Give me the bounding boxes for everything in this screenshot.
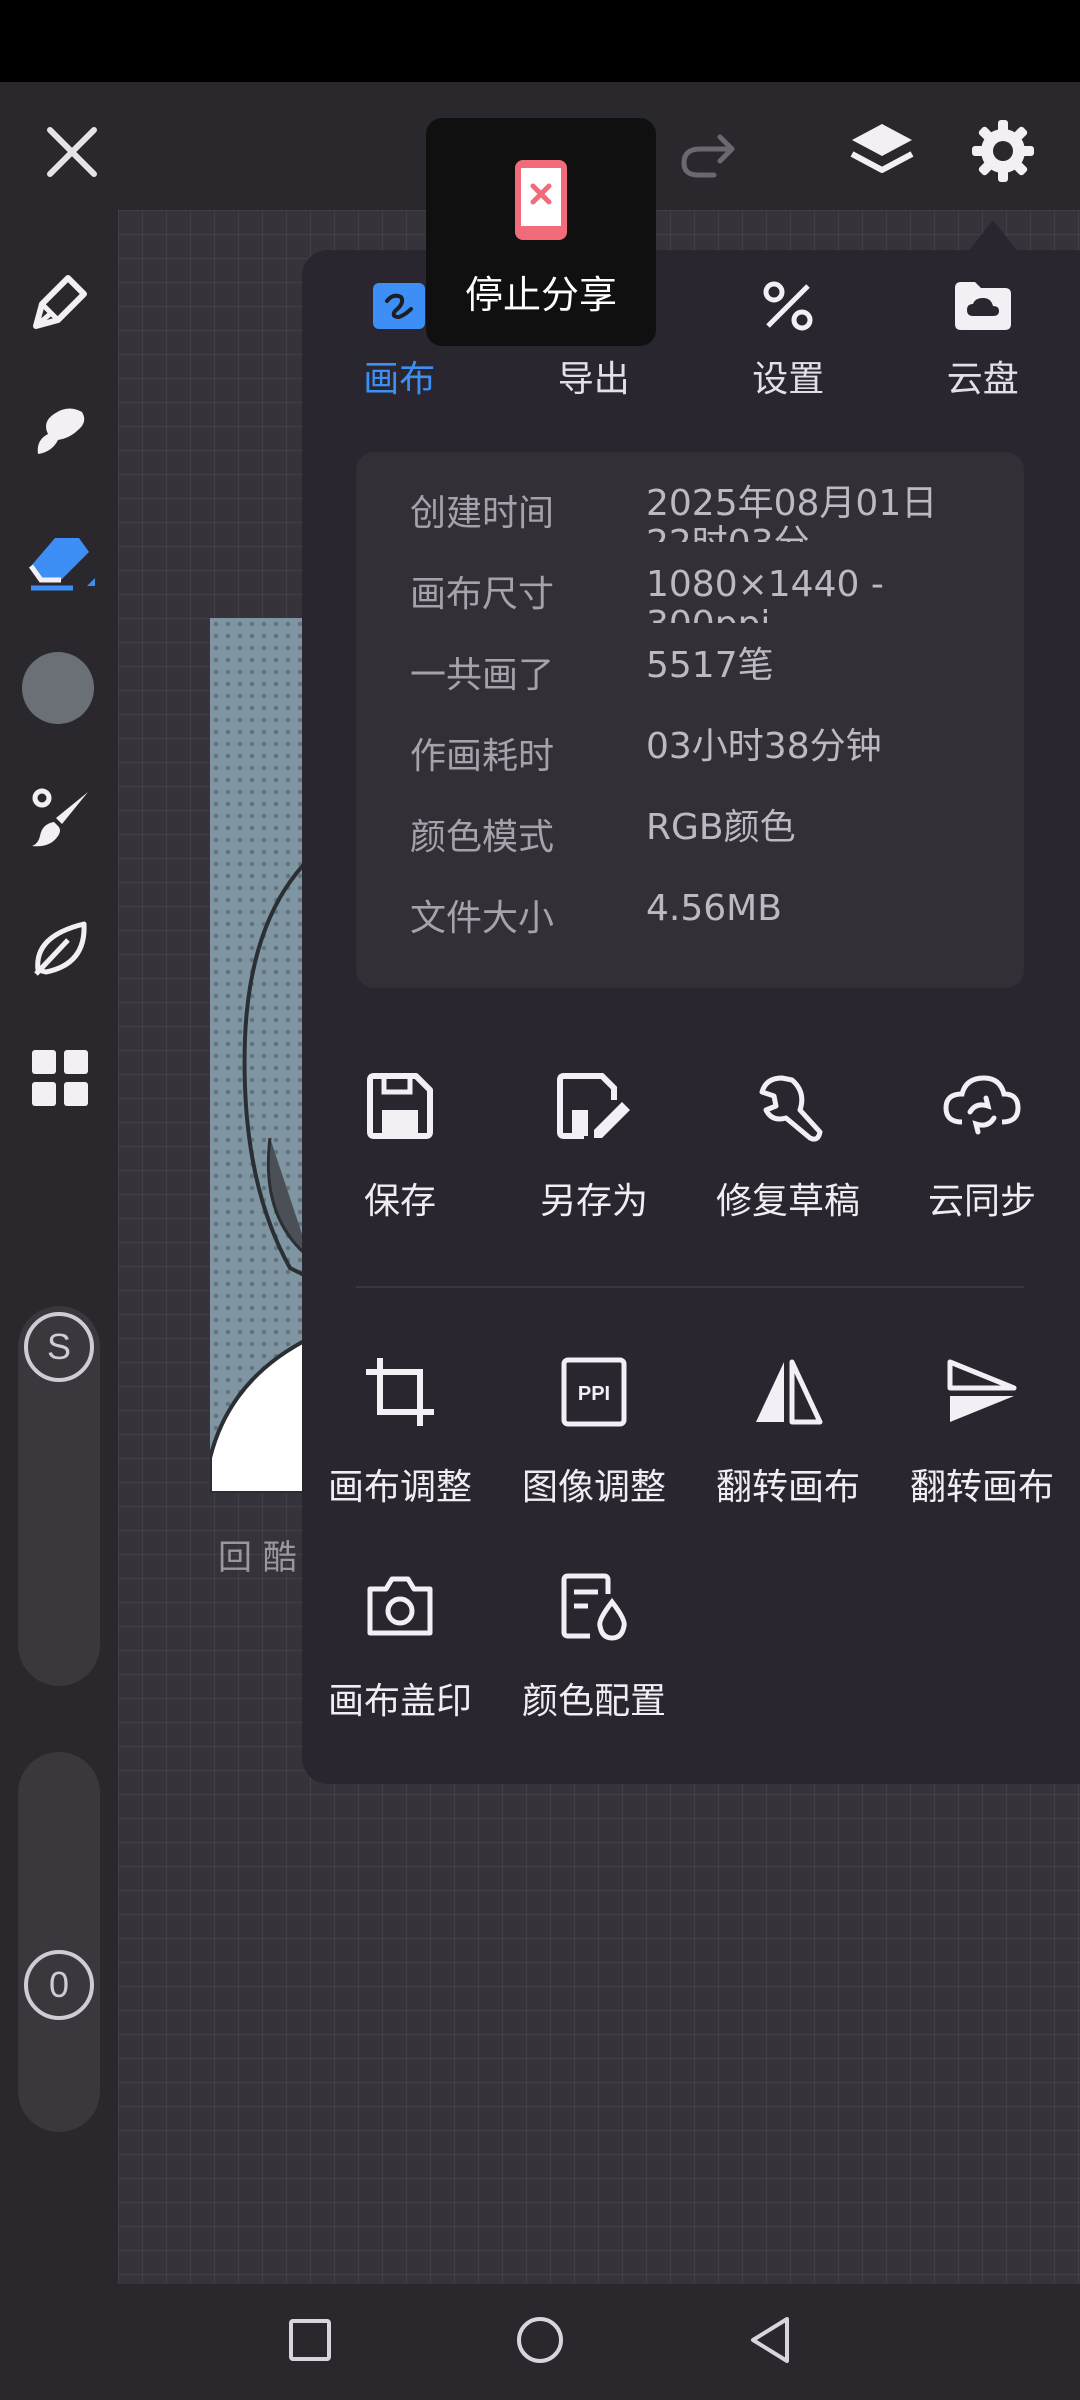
artwork-sketch <box>210 856 310 1493</box>
tab-settings[interactable]: 设置 <box>691 270 886 420</box>
info-value: 5517笔 <box>646 646 774 686</box>
brush-size-slider[interactable]: S <box>18 1306 100 1686</box>
image-adjust-button[interactable]: PPI 图像调整 <box>496 1346 692 1510</box>
opacity-slider-knob[interactable]: 0 <box>24 1950 94 2020</box>
tab-canvas-label: 画布 <box>363 359 436 400</box>
size-slider-knob[interactable]: S <box>24 1312 94 1382</box>
crop-icon <box>362 1346 438 1438</box>
info-key: 颜色模式 <box>410 817 555 858</box>
flip-canvas-label: 翻转画布 <box>909 1467 1054 1508</box>
brush-tool-icon[interactable] <box>20 778 100 858</box>
stop-share-label: 停止分享 <box>464 273 617 317</box>
save-label: 保存 <box>363 1181 436 1222</box>
tab-settings-label: 设置 <box>752 359 825 400</box>
recent-apps-icon[interactable] <box>270 2300 350 2380</box>
close-icon[interactable] <box>30 110 114 194</box>
image-adjust-label: 图像调整 <box>521 1467 666 1508</box>
info-value: 1080×1440 - 300ppi <box>646 565 884 623</box>
info-key: 创建时间 <box>410 493 555 534</box>
color-profile-icon <box>558 1560 630 1652</box>
leaf-tool-icon[interactable] <box>20 908 100 988</box>
layers-icon[interactable] <box>840 110 924 194</box>
info-row: 画布尺寸 1080×1440 - 300ppi <box>410 565 986 625</box>
repair-draft-label: 修复草稿 <box>715 1181 860 1222</box>
smudge-tool-icon[interactable] <box>20 392 100 472</box>
info-key: 一共画了 <box>410 655 555 696</box>
flip-horizontal-icon <box>752 1346 824 1438</box>
cloud-folder-icon <box>953 270 1013 342</box>
tab-cloud-drive[interactable]: 云盘 <box>886 270 1080 420</box>
flip-canvas-horizontal-button[interactable]: 翻转画布 <box>690 1346 886 1510</box>
canvas-icon <box>371 270 427 342</box>
color-profile-button[interactable]: 颜色配置 <box>496 1560 692 1724</box>
info-value: 03小时38分钟 <box>646 727 882 767</box>
info-value: RGB颜色 <box>646 808 796 848</box>
phone-stop-share-icon <box>513 158 569 246</box>
info-row: 一共画了 5517笔 <box>410 646 986 706</box>
flip-canvas-vertical-button[interactable]: 翻转画布 <box>884 1346 1080 1510</box>
divider <box>356 1286 1024 1288</box>
repair-draft-button[interactable]: 修复草稿 <box>690 1060 886 1224</box>
ppi-icon: PPI <box>560 1346 628 1438</box>
info-row: 作画耗时 03小时38分钟 <box>410 727 986 787</box>
info-value: 4.56MB <box>646 889 782 929</box>
redo-icon[interactable] <box>668 118 748 188</box>
save-as-label: 另存为 <box>539 1181 648 1222</box>
info-row: 颜色模式 RGB颜色 <box>410 808 986 868</box>
save-button[interactable]: 保存 <box>302 1060 498 1224</box>
percent-settings-icon <box>760 270 816 342</box>
color-profile-label: 颜色配置 <box>521 1681 666 1722</box>
save-as-button[interactable]: 另存为 <box>496 1060 692 1224</box>
stop-share-toast[interactable]: 停止分享 <box>426 118 656 346</box>
cloud-sync-icon <box>940 1060 1024 1152</box>
back-icon[interactable] <box>730 2300 810 2380</box>
eraser-tool-icon[interactable] <box>20 522 104 602</box>
repair-wrench-icon <box>752 1060 824 1152</box>
color-picker-swatch[interactable] <box>22 652 94 724</box>
svg-text:PPI: PPI <box>578 1383 610 1405</box>
pen-tool-icon[interactable] <box>20 262 100 342</box>
canvas-adjust-button[interactable]: 画布调整 <box>302 1346 498 1510</box>
cloud-sync-label: 云同步 <box>927 1181 1036 1222</box>
camera-icon <box>364 1560 436 1652</box>
canvas-stamp-button[interactable]: 画布盖印 <box>302 1560 498 1724</box>
canvas-adjust-label: 画布调整 <box>327 1467 472 1508</box>
canvas-stamp-label: 画布盖印 <box>327 1681 472 1722</box>
info-key: 画布尺寸 <box>410 574 555 615</box>
info-row: 创建时间 2025年08月01日 22时03分 <box>410 484 986 544</box>
cloud-sync-button[interactable]: 云同步 <box>884 1060 1080 1224</box>
tab-cloud-drive-label: 云盘 <box>946 359 1019 400</box>
flip-vertical-icon <box>946 1346 1018 1438</box>
panel-pointer <box>968 220 1018 252</box>
opacity-slider[interactable]: 0 <box>18 1752 100 2132</box>
canvas-info-card: 创建时间 2025年08月01日 22时03分 画布尺寸 1080×1440 -… <box>356 452 1024 988</box>
tab-export-label: 导出 <box>557 359 630 400</box>
save-as-icon <box>554 1060 634 1152</box>
panel-tabs: 画布 导出 设置 云盘 <box>302 270 1080 420</box>
artwork-preview <box>210 618 310 1493</box>
info-key: 文件大小 <box>410 898 555 939</box>
flip-canvas-label: 翻转画布 <box>715 1467 860 1508</box>
info-value: 2025年08月01日 22时03分 <box>646 484 938 542</box>
home-icon[interactable] <box>500 2300 580 2380</box>
gear-icon[interactable] <box>960 108 1046 194</box>
status-bar <box>0 0 1080 82</box>
info-row: 文件大小 4.56MB <box>410 889 986 949</box>
info-key: 作画耗时 <box>410 736 555 777</box>
watermark: 回 酷 <box>218 1538 297 1578</box>
grid-tool-icon[interactable] <box>20 1038 100 1118</box>
save-icon <box>364 1060 436 1152</box>
